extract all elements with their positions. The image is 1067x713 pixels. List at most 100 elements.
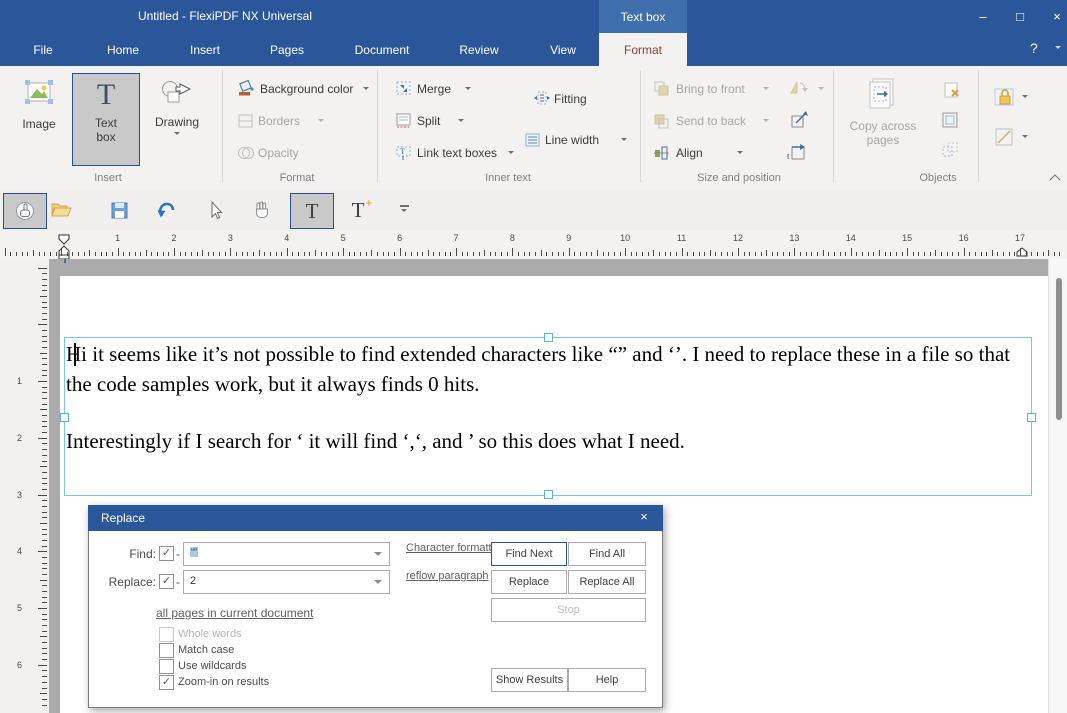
help-button[interactable]: Help xyxy=(568,668,646,692)
group-label-format: Format xyxy=(247,172,347,184)
document-paragraph-2[interactable]: Interestingly if I search for ‘ it will … xyxy=(66,427,1030,457)
send-to-back-chevron[interactable] xyxy=(763,119,769,125)
tab-review[interactable]: Review xyxy=(432,33,526,66)
find-dropdown-chevron[interactable] xyxy=(374,552,382,560)
vertical-scrollbar-thumb[interactable] xyxy=(1056,278,1062,420)
find-all-button[interactable]: Find All xyxy=(568,542,646,566)
text-tool-icon: T xyxy=(306,199,319,224)
context-tab-text-box[interactable]: Text box xyxy=(599,0,687,33)
textbox-handle-bottom[interactable] xyxy=(544,490,553,499)
line-width-chevron[interactable] xyxy=(621,138,627,144)
minimize-button[interactable]: – xyxy=(968,7,998,27)
save-button[interactable] xyxy=(102,193,136,227)
undo-button[interactable] xyxy=(149,193,183,227)
link-text-boxes-button[interactable]: Link text boxes xyxy=(417,146,497,160)
none-diagonal-icon[interactable] xyxy=(993,127,1015,147)
select-frame-icon[interactable] xyxy=(941,111,959,129)
link-text-boxes-chevron[interactable] xyxy=(508,151,514,157)
text-tool-button[interactable]: T xyxy=(290,193,334,229)
flip-icon xyxy=(788,79,808,97)
line-width-button[interactable]: Line width xyxy=(545,133,599,147)
find-enabled-checkbox[interactable]: ✓ xyxy=(159,546,174,561)
drawing-dropdown-chevron[interactable] xyxy=(174,132,180,138)
lock-object-icon[interactable] xyxy=(993,87,1015,107)
replace-button[interactable]: Replace xyxy=(491,570,567,594)
collapse-ribbon-icon[interactable] xyxy=(1049,174,1060,185)
textbox-handle-left[interactable] xyxy=(60,413,69,422)
help-chevron-icon[interactable] xyxy=(1055,46,1061,52)
borders-chevron[interactable] xyxy=(318,119,324,125)
insert-image-button[interactable]: Image xyxy=(12,74,66,165)
align-button[interactable]: Align xyxy=(676,146,703,160)
flip-chevron[interactable] xyxy=(818,87,824,93)
bring-to-front-button[interactable]: Bring to front xyxy=(676,82,745,96)
maximize-button[interactable]: □ xyxy=(1005,7,1035,27)
tab-view[interactable]: View xyxy=(528,33,598,66)
ribbon: Image T Text box Drawing Insert xyxy=(0,66,1067,191)
replace-dialog-titlebar[interactable]: Replace xyxy=(88,505,663,531)
whole-words-checkbox[interactable] xyxy=(159,627,174,642)
all-pages-link[interactable]: all pages in current document xyxy=(156,606,313,620)
horizontal-ruler[interactable]: 1234567891011121314151617 xyxy=(0,231,1067,260)
open-file-button[interactable] xyxy=(44,193,78,227)
copy-across-pages-button[interactable]: Copy across pages xyxy=(845,72,921,163)
zoom-in-on-results-checkbox[interactable]: ✓ xyxy=(159,675,174,690)
find-next-button[interactable]: Find Next xyxy=(491,542,567,566)
link-text-boxes-icon: T xyxy=(395,145,412,161)
close-button[interactable]: × xyxy=(1042,7,1067,27)
document-paragraph-1[interactable]: Hi it seems like it’s not possible to fi… xyxy=(66,340,1030,399)
add-text-box-button[interactable]: T+ xyxy=(341,193,375,227)
fitting-button[interactable]: Fitting xyxy=(554,92,587,106)
vertical-ruler[interactable]: 123456 xyxy=(0,259,50,713)
use-wildcards-checkbox[interactable] xyxy=(159,659,174,674)
match-case-checkbox[interactable] xyxy=(159,643,174,658)
send-to-back-button[interactable]: Send to back xyxy=(676,114,746,128)
titlebar: Untitled - FlexiPDF NX Universal Text bo… xyxy=(0,0,1067,33)
replace-input[interactable]: 2 xyxy=(183,570,390,594)
tab-format[interactable]: Format xyxy=(599,33,687,66)
reflow-paragraph-link[interactable]: reflow paragraph xyxy=(406,570,489,582)
help-icon[interactable]: ? xyxy=(1030,40,1038,56)
hand-tool-button[interactable] xyxy=(245,193,279,227)
tab-pages[interactable]: Pages xyxy=(242,33,332,66)
replace-dropdown-chevron[interactable] xyxy=(374,580,382,588)
open-folder-icon xyxy=(50,199,72,221)
insert-drawing-button[interactable]: Drawing xyxy=(146,74,208,165)
background-color-chevron[interactable] xyxy=(363,87,369,93)
tab-insert[interactable]: Insert xyxy=(170,33,240,66)
svg-text:t: t xyxy=(787,151,790,161)
split-chevron[interactable] xyxy=(458,119,464,125)
split-button[interactable]: Split xyxy=(417,114,440,128)
align-chevron[interactable] xyxy=(737,151,743,157)
merge-chevron[interactable] xyxy=(465,87,471,93)
borders-button[interactable]: Borders xyxy=(258,114,300,128)
tab-file[interactable]: File xyxy=(12,33,74,66)
add-text-icon: T+ xyxy=(352,198,365,223)
replace-all-button[interactable]: Replace All xyxy=(568,570,646,594)
replace-enabled-checkbox[interactable]: ✓ xyxy=(159,574,174,589)
lock-chevron[interactable] xyxy=(1022,95,1028,101)
show-results-button[interactable]: Show Results xyxy=(491,668,568,692)
bring-to-front-chevron[interactable] xyxy=(763,87,769,93)
find-input[interactable]: “” xyxy=(183,542,390,566)
group-label-insert: Insert xyxy=(58,172,158,184)
replace-dialog-close-icon[interactable]: × xyxy=(634,509,654,527)
background-color-button[interactable]: Background color xyxy=(260,82,353,96)
stop-button[interactable]: Stop xyxy=(491,598,646,622)
indent-markers-icon[interactable] xyxy=(56,234,73,259)
tab-document[interactable]: Document xyxy=(334,33,430,66)
none-diagonal-chevron[interactable] xyxy=(1022,135,1028,141)
toolbar-options-button[interactable] xyxy=(392,193,416,227)
right-indent-marker-icon[interactable] xyxy=(1015,247,1030,257)
vertical-scrollbar-track[interactable] xyxy=(1048,259,1067,713)
opacity-button[interactable]: Opacity xyxy=(258,146,299,160)
merge-button[interactable]: Merge xyxy=(417,82,451,96)
insert-text-box-button[interactable]: T Text box xyxy=(72,73,140,166)
select-cursor-button[interactable] xyxy=(198,193,232,227)
zoom-in-on-results-label: Zoom-in on results xyxy=(178,676,269,688)
group-objects-icon[interactable] xyxy=(941,141,959,159)
delete-object-page-icon[interactable] xyxy=(941,81,960,99)
tab-home[interactable]: Home xyxy=(78,33,168,66)
textbox-handle-right[interactable] xyxy=(1027,413,1036,422)
pan-select-tool-button[interactable] xyxy=(3,193,47,229)
